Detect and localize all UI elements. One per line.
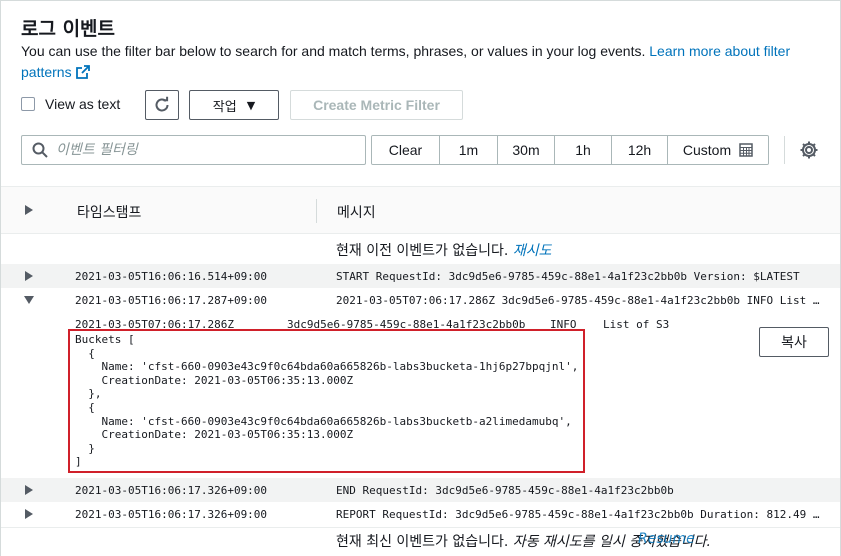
refresh-icon xyxy=(155,96,169,112)
action-label: 작업 xyxy=(212,99,237,115)
no-newer-events-text: 현재 최신 이벤트가 없습니다. xyxy=(336,534,509,550)
description-text: You can use the filter bar below to sear… xyxy=(21,43,646,59)
search-icon xyxy=(32,142,48,158)
resume-link[interactable]: Resume xyxy=(638,531,695,547)
view-as-text-toggle[interactable]: View as text xyxy=(21,96,120,112)
gear-icon[interactable] xyxy=(799,140,819,160)
time-custom-button[interactable]: Custom xyxy=(668,136,768,164)
row-message: 2021-03-05T07:06:17.286Z 3dc9d5e6-9785-4… xyxy=(336,294,821,307)
page-title: 로그 이벤트 xyxy=(21,18,116,40)
time-12h-button[interactable]: 12h xyxy=(612,136,668,164)
detail-message-head: List of S3 xyxy=(603,318,670,331)
expand-row-icon[interactable] xyxy=(24,271,33,281)
time-range-selector: Clear 1m 30m 1h 12h Custom xyxy=(371,135,769,165)
no-older-events-text: 현재 이전 이벤트가 없습니다. xyxy=(336,243,509,259)
toolbar-divider xyxy=(784,136,785,164)
external-link-icon xyxy=(75,65,90,79)
refresh-button[interactable] xyxy=(145,90,179,120)
action-dropdown-button[interactable]: 작업 ▼ xyxy=(189,90,279,120)
view-as-text-checkbox[interactable] xyxy=(21,97,35,111)
log-row[interactable]: 2021-03-05T16:06:17.326+09:00 END Reques… xyxy=(1,478,840,502)
calendar-icon xyxy=(739,143,753,157)
log-row[interactable]: 2021-03-05T16:06:16.514+09:00 START Requ… xyxy=(1,264,840,288)
row-timestamp: 2021-03-05T16:06:16.514+09:00 xyxy=(75,270,268,283)
column-divider xyxy=(316,199,317,223)
time-30m-button[interactable]: 30m xyxy=(498,136,555,164)
retry-link[interactable]: 재시도 xyxy=(513,243,552,259)
expand-all-icon[interactable] xyxy=(24,205,33,215)
row-message: REPORT RequestId: 3dc9d5e6-9785-459c-88e… xyxy=(336,508,821,521)
row-timestamp: 2021-03-05T16:06:17.326+09:00 xyxy=(75,484,268,497)
table-header: 타임스탬프 메시지 xyxy=(1,186,840,234)
expand-row-icon[interactable] xyxy=(24,485,33,495)
expand-row-icon[interactable] xyxy=(24,509,33,519)
no-older-events-notice: 현재 이전 이벤트가 없습니다. 재시도 xyxy=(336,240,551,260)
filter-events-input[interactable] xyxy=(56,142,356,158)
row-message: START RequestId: 3dc9d5e6-9785-459c-88e1… xyxy=(336,270,800,283)
page-description: You can use the filter bar below to sear… xyxy=(21,41,821,83)
custom-label: Custom xyxy=(682,142,732,158)
timestamp-column-header[interactable]: 타임스탬프 xyxy=(77,202,141,222)
create-metric-filter-button[interactable]: Create Metric Filter xyxy=(290,90,463,120)
row-message: END RequestId: 3dc9d5e6-9785-459c-88e1-4… xyxy=(336,484,674,497)
row-timestamp: 2021-03-05T16:06:17.326+09:00 xyxy=(75,508,268,521)
message-column-header[interactable]: 메시지 xyxy=(337,202,376,222)
view-as-text-label: View as text xyxy=(45,96,121,112)
filter-search-box[interactable] xyxy=(21,135,366,165)
row-divider xyxy=(1,527,840,528)
log-row[interactable]: 2021-03-05T16:06:17.326+09:00 REPORT Req… xyxy=(1,502,840,526)
log-row-expanded[interactable]: 2021-03-05T16:06:17.287+09:00 2021-03-05… xyxy=(1,288,840,312)
row-timestamp: 2021-03-05T16:06:17.287+09:00 xyxy=(75,294,268,307)
time-clear-button[interactable]: Clear xyxy=(372,136,440,164)
collapse-row-icon[interactable] xyxy=(24,295,34,304)
caret-down-icon: ▼ xyxy=(246,98,256,112)
copy-button[interactable]: 복사 xyxy=(759,327,829,357)
time-1m-button[interactable]: 1m xyxy=(440,136,498,164)
time-1h-button[interactable]: 1h xyxy=(555,136,612,164)
highlight-box xyxy=(68,329,585,473)
